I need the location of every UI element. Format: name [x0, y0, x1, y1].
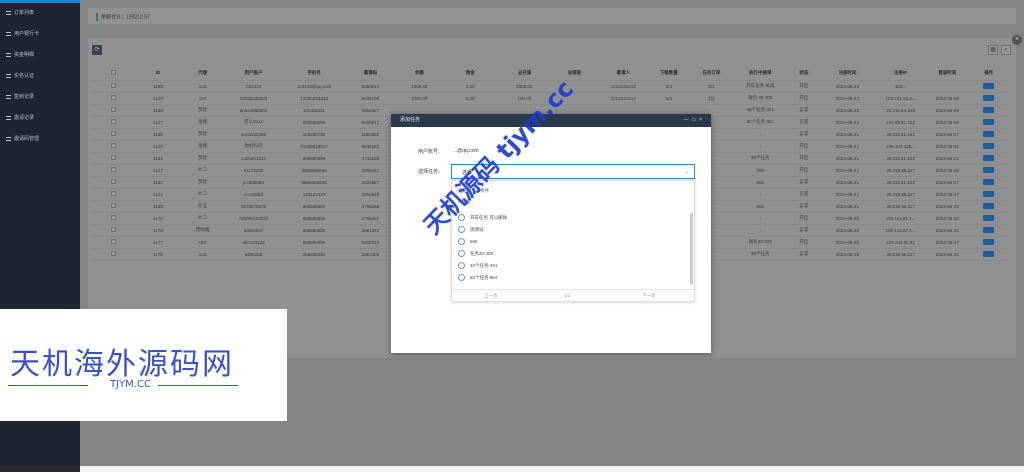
bottom-strip: [0, 466, 1024, 472]
dropdown-scrollbar[interactable]: [690, 213, 693, 285]
radio-icon: [458, 238, 465, 246]
account-label: 用户账号：: [418, 149, 444, 155]
task-option[interactable]: 60个任务 964: [458, 273, 497, 283]
task-option[interactable]: 开车任务 可以删除: [458, 213, 507, 223]
task-option[interactable]: 40个任务-401: [458, 261, 498, 271]
task-option[interactable]: 测测试: [458, 225, 484, 235]
task-label: 选择任务：: [418, 169, 444, 175]
pager-info: 1/1: [564, 293, 571, 298]
watermark-sub: TJYM.CC: [110, 379, 151, 390]
radio-icon: [458, 250, 465, 258]
close-icon[interactable]: ×: [699, 117, 705, 123]
pager-prev[interactable]: 上一页: [484, 293, 498, 299]
pager-next[interactable]: 下一页: [642, 293, 656, 299]
watermark-logo: 天机海外源码网 TJYM.CC: [0, 309, 287, 421]
radio-icon: [458, 274, 465, 282]
task-option[interactable]: 任务30-409: [458, 249, 493, 259]
dialog-title: 添加任务: [400, 117, 421, 123]
task-dropdown: 已选择 20条件 ⌕ 搜索... 开车任务 可以删除 测测试 666 任务30-409…: [451, 180, 695, 302]
radio-icon: [458, 226, 465, 234]
dropdown-pager: 上一页 1/1 下一页: [452, 289, 694, 301]
chevron-down-icon: ⌄: [684, 169, 689, 175]
watermark-title: 天机海外源码网: [10, 347, 234, 382]
radio-icon: [458, 262, 465, 270]
maximize-icon[interactable]: ▭: [691, 117, 699, 123]
task-option[interactable]: 666: [458, 237, 478, 247]
